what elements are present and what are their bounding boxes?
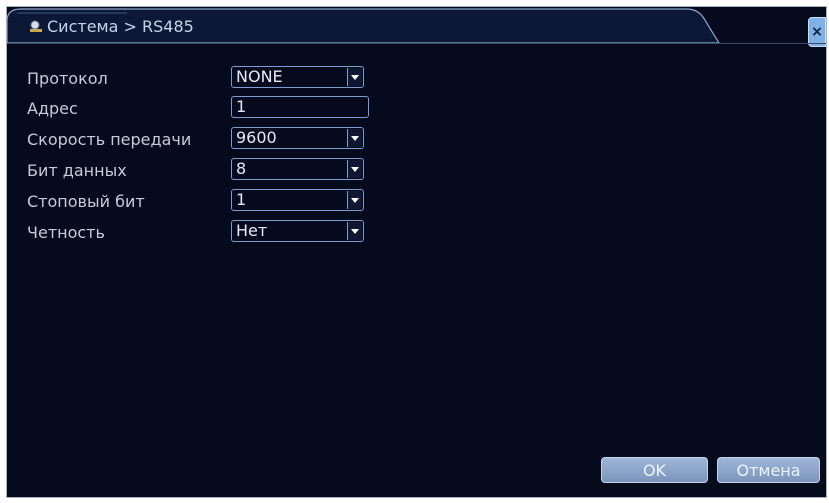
row-parity: Четность Нет [7, 220, 407, 247]
form-area: Протокол NONE Адрес 1 Скорость передачи … [7, 43, 826, 497]
window-title: Система > RS485 [47, 16, 194, 36]
chevron-down-icon[interactable] [347, 160, 362, 178]
label-address: Адрес [27, 99, 78, 118]
title-bar: Система > RS485 × [7, 7, 826, 47]
row-data-bits: Бит данных 8 [7, 158, 407, 185]
data-bits-select[interactable]: 8 [231, 158, 364, 180]
row-baud-rate: Скорость передачи 9600 [7, 127, 407, 154]
chevron-down-icon[interactable] [347, 129, 362, 147]
baud-rate-select[interactable]: 9600 [231, 127, 364, 149]
protocol-value: NONE [236, 67, 283, 86]
close-icon: × [811, 24, 823, 40]
ok-button-label: OK [642, 460, 667, 480]
label-data-bits: Бит данных [27, 161, 127, 180]
row-address: Адрес 1 [7, 96, 407, 123]
parity-select[interactable]: Нет [231, 220, 364, 242]
address-input[interactable]: 1 [231, 96, 369, 118]
chevron-down-icon[interactable] [347, 222, 362, 240]
ok-button[interactable]: OK [601, 457, 708, 483]
label-protocol: Протокол [27, 69, 108, 88]
chevron-down-icon[interactable] [347, 191, 362, 209]
cancel-button-label: Отмена [736, 460, 801, 480]
data-bits-value: 8 [236, 159, 247, 178]
label-parity: Четность [27, 223, 105, 242]
cancel-button[interactable]: Отмена [717, 457, 820, 483]
stop-bits-select[interactable]: 1 [231, 189, 364, 211]
baud-rate-value: 9600 [236, 128, 277, 147]
stop-bits-value: 1 [236, 190, 247, 209]
protocol-select[interactable]: NONE [231, 66, 364, 88]
label-baud-rate: Скорость передачи [27, 130, 192, 149]
title-tab: Система > RS485 [7, 7, 722, 43]
chevron-down-icon[interactable] [347, 68, 362, 86]
label-stop-bits: Стоповый бит [27, 192, 145, 211]
system-icon [29, 20, 43, 33]
row-protocol: Протокол NONE [7, 66, 407, 93]
parity-value: Нет [236, 221, 268, 240]
row-stop-bits: Стоповый бит 1 [7, 189, 407, 216]
rs485-settings-window: Система > RS485 × Протокол NONE Адрес 1 … [6, 6, 827, 498]
address-value: 1 [236, 97, 247, 116]
title-content: Система > RS485 [29, 15, 194, 37]
